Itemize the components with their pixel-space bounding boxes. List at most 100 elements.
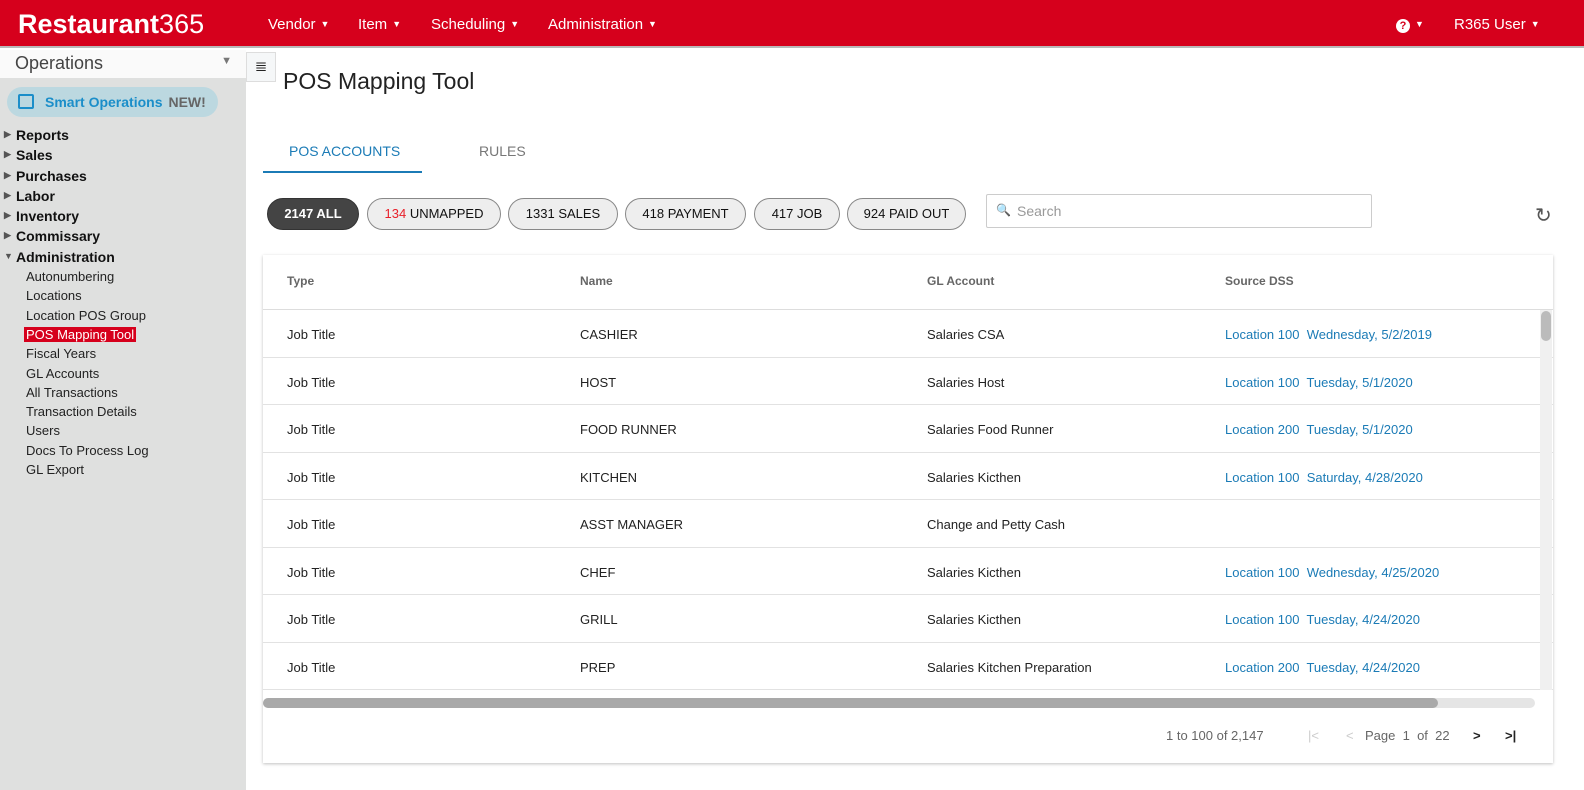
sidebar-item-users[interactable]: Users <box>0 423 246 442</box>
cell-gl-account: Salaries Kicthen <box>927 469 1021 485</box>
sidebar-item-location-pos-group[interactable]: Location POS Group <box>0 308 246 327</box>
cell-type: Job Title <box>287 517 336 532</box>
col-gl-account[interactable]: GL Account <box>927 274 994 288</box>
smart-operations-button[interactable]: Smart Operations NEW! <box>7 87 218 117</box>
grid-header: Type Name GL Account Source DSS <box>263 255 1553 310</box>
menu-toggle-icon[interactable]: ≣ <box>246 52 276 82</box>
upload-icon <box>18 94 34 109</box>
top-navbar: Restaurant365 Vendor ▼ Item ▼ Scheduling ▼ … <box>0 0 1584 48</box>
table-row[interactable]: Job Title HOST Salaries Host Location 10… <box>263 358 1553 405</box>
user-menu[interactable]: R365 User ▼ <box>1454 16 1540 33</box>
cell-type: Job Title <box>287 659 336 675</box>
cell-type: Job Title <box>287 564 336 580</box>
tree-labor[interactable]: ▶ Labor <box>0 188 246 208</box>
page-indicator: Page 1 of 22 <box>1365 728 1450 743</box>
help-menu[interactable]: ? ▼ <box>1396 16 1424 33</box>
tree-administration[interactable]: ▼ Administration <box>0 249 246 269</box>
sidebar-item-gl-export[interactable]: GL Export <box>0 462 246 481</box>
sidebar-item-gl-accounts[interactable]: GL Accounts <box>0 366 246 385</box>
pos-accounts-grid: Type Name GL Account Source DSS Job Titl… <box>263 255 1553 763</box>
cell-name: ASST MANAGER <box>580 517 684 532</box>
table-row[interactable]: Job Title FOOD RUNNER Salaries Food Runn… <box>263 405 1553 453</box>
sidebar-item-label: POS Mapping Tool <box>24 326 137 342</box>
last-page-icon[interactable]: >| <box>1505 728 1516 743</box>
cell-gl-account: Salaries Host <box>927 374 1005 390</box>
cell-source-dss[interactable]: Location 100 Tuesday, 4/24/2020 <box>1225 612 1420 627</box>
cell-type: Job Title <box>287 612 336 627</box>
sidebar-item-autonumbering[interactable]: Autonumbering <box>0 269 246 288</box>
col-name[interactable]: Name <box>580 274 613 288</box>
filter-payment[interactable]: 418 PAYMENT <box>625 198 746 230</box>
sidebar-item-label: Docs To Process Log <box>26 442 149 458</box>
tab-rules[interactable]: RULES <box>479 143 526 159</box>
sidebar-item-label: Locations <box>26 288 82 304</box>
prev-page-icon[interactable]: < <box>1346 728 1354 743</box>
filter-paid-out[interactable]: 924 PAID OUT <box>847 198 966 230</box>
col-source-dss[interactable]: Source DSS <box>1225 274 1294 288</box>
cell-source-dss[interactable]: Location 100 Wednesday, 4/25/2020 <box>1225 565 1439 580</box>
table-row[interactable]: Job Title CASHIER Salaries CSA Location … <box>263 310 1553 358</box>
sidebar-item-label: Fiscal Years <box>26 346 97 362</box>
cell-name: KITCHEN <box>580 469 638 485</box>
table-row[interactable]: Job Title CHEF Salaries Kicthen Location… <box>263 548 1553 595</box>
cell-source-dss[interactable] <box>1225 517 1229 532</box>
sidebar: Operations ▼ Smart Operations NEW! ▶ Report… <box>0 50 246 790</box>
cell-gl-account: Salaries CSA <box>927 327 1005 342</box>
sidebar-item-label: Transaction Details <box>26 404 137 420</box>
horizontal-scrollbar[interactable] <box>263 698 1535 708</box>
sidebar-item-fiscal-years[interactable]: Fiscal Years <box>0 346 246 365</box>
nav-vendor[interactable]: Vendor ▼ <box>268 16 329 33</box>
cell-source-dss[interactable]: Location 200 Tuesday, 5/1/2020 <box>1225 422 1413 437</box>
vertical-scrollbar[interactable] <box>1540 310 1552 690</box>
cell-type: Job Title <box>287 374 336 390</box>
nav-item[interactable]: Item ▼ <box>358 16 401 33</box>
tab-pos-accounts[interactable]: POS ACCOUNTS <box>289 143 400 159</box>
table-row[interactable]: Job Title GRILL Salaries Kicthen Locatio… <box>263 595 1553 643</box>
cell-name: CHEF <box>580 564 616 580</box>
cell-source-dss[interactable]: Location 100 Saturday, 4/28/2020 <box>1225 470 1423 485</box>
sidebar-item-pos-mapping-tool[interactable]: POS Mapping Tool <box>0 326 246 346</box>
refresh-icon[interactable]: ↻ <box>1535 203 1552 228</box>
cell-gl-account: Change and Petty Cash <box>927 517 1066 532</box>
logo[interactable]: Restaurant365 <box>18 9 204 40</box>
sidebar-item-label: GL Accounts <box>26 365 100 381</box>
cell-name: HOST <box>580 374 617 390</box>
filter-job[interactable]: 417 JOB <box>754 198 840 230</box>
nav-administration[interactable]: Administration ▼ <box>548 16 657 33</box>
filter-all[interactable]: 2147 ALL <box>267 198 359 230</box>
cell-name: PREP <box>580 659 616 675</box>
tree-commissary[interactable]: ▶ Commissary <box>0 228 246 248</box>
chevron-down-icon: ▼ <box>221 55 232 67</box>
cell-type: Job Title <box>287 422 336 437</box>
sidebar-item-docs-to-process-log[interactable]: Docs To Process Log <box>0 443 246 462</box>
cell-type: Job Title <box>287 469 336 485</box>
tree-reports[interactable]: ▶ Reports <box>0 127 246 147</box>
cell-gl-account: Salaries Kicthen <box>927 612 1021 627</box>
tree-inventory[interactable]: ▶ Inventory <box>0 208 246 228</box>
cell-source-dss[interactable]: Location 100 Tuesday, 5/1/2020 <box>1225 375 1413 390</box>
filter-sales[interactable]: 1331 SALES <box>508 198 618 230</box>
sidebar-item-locations[interactable]: Locations <box>0 288 246 307</box>
col-type[interactable]: Type <box>287 274 314 288</box>
search-input[interactable]: 🔍 Search <box>986 194 1372 228</box>
module-selector[interactable]: Operations ▼ <box>0 50 246 78</box>
pager-range: 1 to 100 of 2,147 <box>1166 728 1264 743</box>
table-row[interactable]: Job Title PREP Salaries Kitchen Preparat… <box>263 643 1553 690</box>
table-row[interactable]: Job Title ASST MANAGER Change and Petty … <box>263 500 1553 548</box>
filter-unmapped[interactable]: 134 UNMAPPED <box>367 198 501 230</box>
next-page-icon[interactable]: > <box>1473 728 1481 743</box>
nav-scheduling[interactable]: Scheduling ▼ <box>431 16 519 33</box>
sidebar-item-label: Location POS Group <box>26 307 146 323</box>
cell-source-dss[interactable]: Location 100 Wednesday, 5/2/2019 <box>1225 327 1432 342</box>
cell-name: CASHIER <box>580 327 638 342</box>
sidebar-item-transaction-details[interactable]: Transaction Details <box>0 404 246 423</box>
sidebar-item-label: All Transactions <box>26 384 118 400</box>
table-row[interactable]: Job Title KITCHEN Salaries Kicthen Locat… <box>263 453 1553 500</box>
tree-purchases[interactable]: ▶ Purchases <box>0 168 246 188</box>
page-title: POS Mapping Tool <box>283 68 475 94</box>
cell-name: GRILL <box>580 612 618 627</box>
tree-sales[interactable]: ▶ Sales <box>0 147 246 167</box>
sidebar-item-all-transactions[interactable]: All Transactions <box>0 385 246 404</box>
cell-source-dss[interactable]: Location 200 Tuesday, 4/24/2020 <box>1225 660 1420 675</box>
first-page-icon[interactable]: |< <box>1308 728 1319 743</box>
